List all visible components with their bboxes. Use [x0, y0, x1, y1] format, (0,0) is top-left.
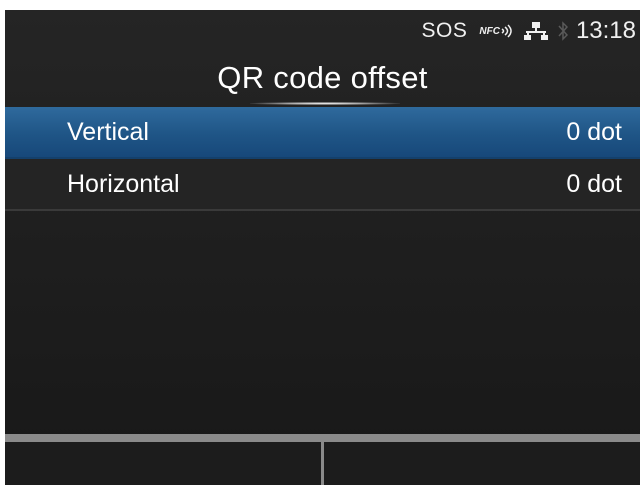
status-bar: SOS NFC 13:18: [5, 10, 640, 52]
menu-item-vertical[interactable]: Vertical 0 dot: [5, 107, 640, 159]
network-icon: [523, 21, 548, 41]
bluetooth-icon: [558, 21, 568, 41]
page-title: QR code offset: [217, 60, 428, 95]
softkey-left[interactable]: [5, 434, 321, 485]
menu-list: Vertical 0 dot Horizontal 0 dot: [5, 107, 640, 211]
nfc-label: NFC: [479, 25, 500, 37]
device-screen: SOS NFC 13:18 QR code offset Vertical 0 …: [5, 10, 640, 485]
softkey-bar: [5, 434, 640, 485]
menu-item-horizontal[interactable]: Horizontal 0 dot: [5, 159, 640, 211]
nfc-wave-icon: [501, 24, 512, 38]
menu-item-label: Vertical: [67, 117, 149, 146]
clock: 13:18: [575, 17, 636, 44]
menu-item-value: 0 dot: [566, 169, 622, 198]
menu-item-label: Horizontal: [67, 169, 180, 198]
sos-indicator: SOS: [421, 19, 468, 42]
title-underline: [250, 102, 400, 105]
menu-item-value: 0 dot: [566, 117, 622, 146]
nfc-icon: NFC: [479, 24, 512, 38]
softkey-right[interactable]: [321, 434, 640, 485]
